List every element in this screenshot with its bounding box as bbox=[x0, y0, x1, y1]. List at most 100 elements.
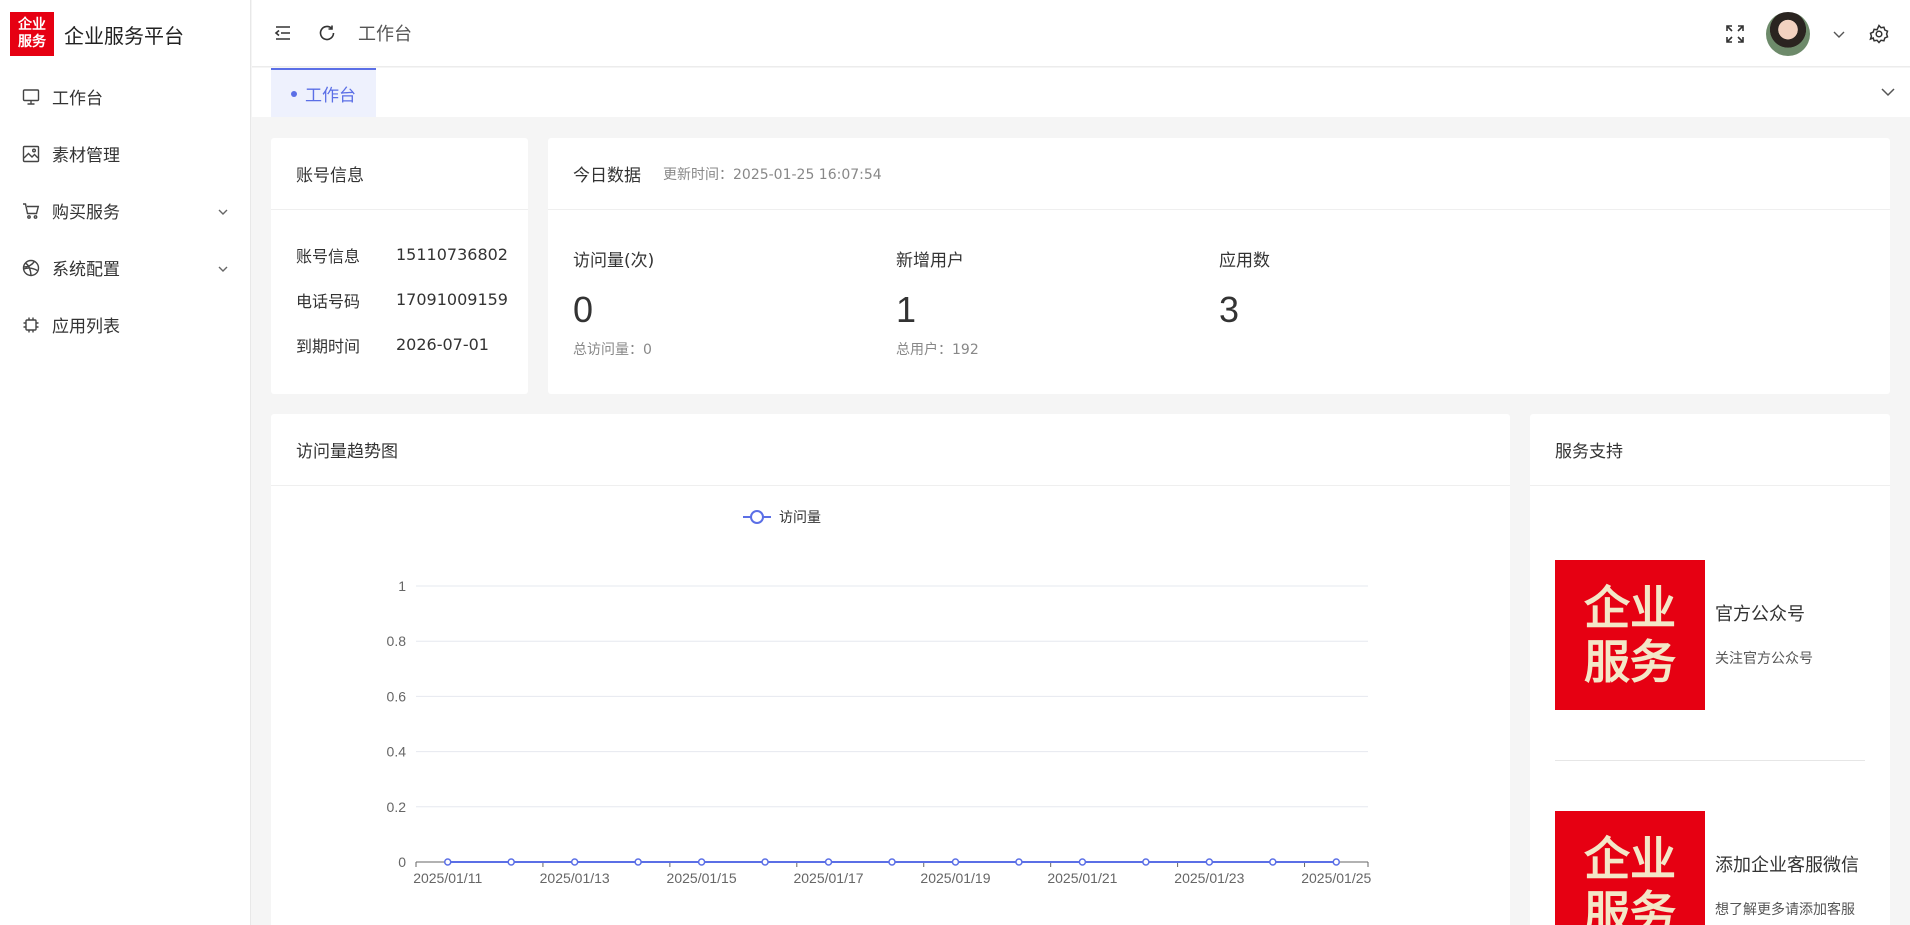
sidebar-item-app-list[interactable]: 应用列表 bbox=[0, 296, 250, 353]
support-item-text: 官方公众号 关注官方公众号 bbox=[1715, 560, 1813, 710]
legend-label: 访问量 bbox=[779, 509, 821, 525]
sidebar-item-label: 工作台 bbox=[52, 89, 103, 109]
data-point bbox=[824, 858, 833, 866]
logo-line: 服务 bbox=[1584, 886, 1676, 925]
y-tick-label: 0.6 bbox=[387, 688, 407, 704]
card-title: 账号信息 bbox=[271, 138, 528, 210]
tab-active-dot bbox=[291, 90, 297, 97]
account-row: 到期时间 2026-07-01 bbox=[271, 322, 528, 367]
stat-total: 总用户：192 bbox=[896, 342, 979, 358]
card-title: 访问量趋势图 bbox=[271, 414, 1510, 486]
tab-workbench[interactable]: 工作台 bbox=[271, 68, 376, 117]
data-point bbox=[443, 858, 452, 866]
y-tick-label: 0.2 bbox=[387, 799, 407, 815]
header-actions bbox=[1724, 0, 1910, 67]
official-account-qr-logo: 企业 服务 bbox=[1555, 560, 1705, 710]
gear-icon[interactable] bbox=[1868, 23, 1890, 45]
sidebar-item-system-config[interactable]: 系统配置 bbox=[0, 239, 250, 296]
account-row-label: 到期时间 bbox=[296, 336, 361, 356]
x-tick-label: 2025/01/21 bbox=[1047, 870, 1117, 886]
chevron-down-icon bbox=[216, 261, 230, 275]
sidebar-item-workbench[interactable]: 工作台 bbox=[0, 68, 250, 125]
stat-value: 0 bbox=[573, 289, 594, 330]
refresh-icon[interactable] bbox=[316, 22, 338, 44]
stats-row: 访问量(次) 0 总访问量：0 新增用户 1 总用户：192 应用数 3 bbox=[548, 210, 1890, 359]
account-row-label: 电话号码 bbox=[296, 291, 361, 311]
stat-new-users: 新增用户 1 总用户：192 bbox=[896, 246, 1219, 359]
stat-value: 1 bbox=[896, 289, 917, 330]
brand-logo: 企业 服务 bbox=[10, 12, 54, 56]
support-item-wechat[interactable]: 企业 服务 添加企业客服微信 想了解更多请添加客服 bbox=[1555, 811, 1859, 925]
x-tick-label: 2025/01/15 bbox=[667, 870, 737, 886]
cart-icon bbox=[21, 201, 41, 221]
data-point bbox=[1332, 858, 1341, 866]
image-icon bbox=[21, 144, 41, 164]
support-item-title: 官方公众号 bbox=[1715, 604, 1805, 625]
sidebar-menu: 工作台 素材管理 购买服务 系统配置 应用列表 bbox=[0, 68, 250, 353]
y-tick-label: 0.8 bbox=[387, 633, 407, 649]
data-point bbox=[507, 858, 515, 866]
account-rows: 账号信息 15110736802 电话号码 17091009159 到期时间 2… bbox=[271, 210, 528, 367]
trend-card: 访问量趋势图 访问量 0 0.2 0.4 0.6 0.8 1 2025/01/11 2025… bbox=[271, 414, 1510, 925]
support-item-desc: 想了解更多请添加客服 bbox=[1715, 902, 1855, 918]
update-time: 更新时间：2025-01-25 16:07:54 bbox=[663, 166, 882, 183]
data-point bbox=[1205, 858, 1214, 866]
chip-icon bbox=[21, 315, 41, 335]
sidebar-item-label: 系统配置 bbox=[52, 260, 120, 280]
sidebar: 企业 服务 企业服务平台 工作台 素材管理 购买服务 系统配置 应用列表 bbox=[0, 0, 251, 925]
stat-value: 3 bbox=[1219, 289, 1240, 330]
app-title: 企业服务平台 bbox=[64, 23, 184, 48]
data-point bbox=[1015, 858, 1023, 866]
account-card: 账号信息 账号信息 15110736802 电话号码 17091009159 到… bbox=[271, 138, 528, 394]
account-row-value: 2026-07-01 bbox=[396, 335, 489, 354]
data-point bbox=[570, 858, 579, 866]
stat-label: 访问量(次) bbox=[573, 251, 655, 271]
logo-line: 服务 bbox=[1584, 635, 1676, 689]
stat-total: 总访问量：0 bbox=[573, 342, 652, 358]
chevron-down-icon[interactable] bbox=[1828, 23, 1850, 45]
data-point bbox=[634, 858, 642, 866]
chart-grid bbox=[416, 585, 1368, 808]
data-point bbox=[1142, 858, 1150, 866]
y-tick-label: 1 bbox=[398, 578, 406, 594]
data-point bbox=[951, 858, 960, 866]
wechat-qr-logo: 企业 服务 bbox=[1555, 811, 1705, 925]
account-row: 电话号码 17091009159 bbox=[271, 277, 528, 322]
legend-marker bbox=[750, 510, 764, 524]
data-point bbox=[697, 858, 706, 866]
data-point bbox=[761, 858, 769, 866]
sidebar-item-materials[interactable]: 素材管理 bbox=[0, 125, 250, 182]
chevron-down-icon bbox=[216, 204, 230, 218]
y-tick-label: 0.4 bbox=[387, 744, 407, 760]
sidebar-item-label: 应用列表 bbox=[52, 317, 120, 337]
stat-apps: 应用数 3 bbox=[1219, 246, 1542, 359]
data-point bbox=[1078, 858, 1087, 866]
y-tick-label: 0 bbox=[398, 854, 406, 870]
logo-line: 企业 bbox=[1584, 581, 1676, 635]
x-tick-label: 2025/01/19 bbox=[920, 870, 990, 886]
tab-bar: 工作台 bbox=[252, 68, 1910, 117]
dribbble-icon bbox=[21, 258, 41, 278]
chart-legend: 访问量 bbox=[743, 509, 821, 525]
today-data-card: 今日数据 更新时间：2025-01-25 16:07:54 访问量(次) 0 总… bbox=[548, 138, 1890, 394]
account-row-value: 17091009159 bbox=[396, 290, 508, 309]
avatar[interactable] bbox=[1766, 11, 1810, 56]
menu-fold-icon[interactable] bbox=[272, 22, 294, 44]
support-item-title: 添加企业客服微信 bbox=[1715, 855, 1859, 876]
tabs-dropdown-icon[interactable] bbox=[1878, 82, 1898, 106]
chart-series bbox=[443, 858, 1341, 866]
x-tick-label: 2025/01/13 bbox=[540, 870, 610, 886]
chart-y-ticks: 0 0.2 0.4 0.6 0.8 1 bbox=[387, 578, 407, 870]
support-item-official-account[interactable]: 企业 服务 官方公众号 关注官方公众号 bbox=[1555, 560, 1813, 710]
data-point bbox=[1269, 858, 1277, 866]
tab-label: 工作台 bbox=[305, 86, 356, 106]
account-row-value: 15110736802 bbox=[396, 245, 508, 264]
top-header: 工作台 bbox=[252, 0, 1910, 67]
support-item-desc: 关注官方公众号 bbox=[1715, 651, 1813, 667]
sidebar-item-purchase[interactable]: 购买服务 bbox=[0, 182, 250, 239]
support-item-text: 添加企业客服微信 想了解更多请添加客服 bbox=[1715, 811, 1859, 925]
fullscreen-icon[interactable] bbox=[1724, 23, 1746, 45]
stat-label: 新增用户 bbox=[896, 251, 964, 271]
card-header: 今日数据 更新时间：2025-01-25 16:07:54 bbox=[548, 138, 1890, 210]
brand[interactable]: 企业 服务 企业服务平台 bbox=[0, 0, 250, 68]
